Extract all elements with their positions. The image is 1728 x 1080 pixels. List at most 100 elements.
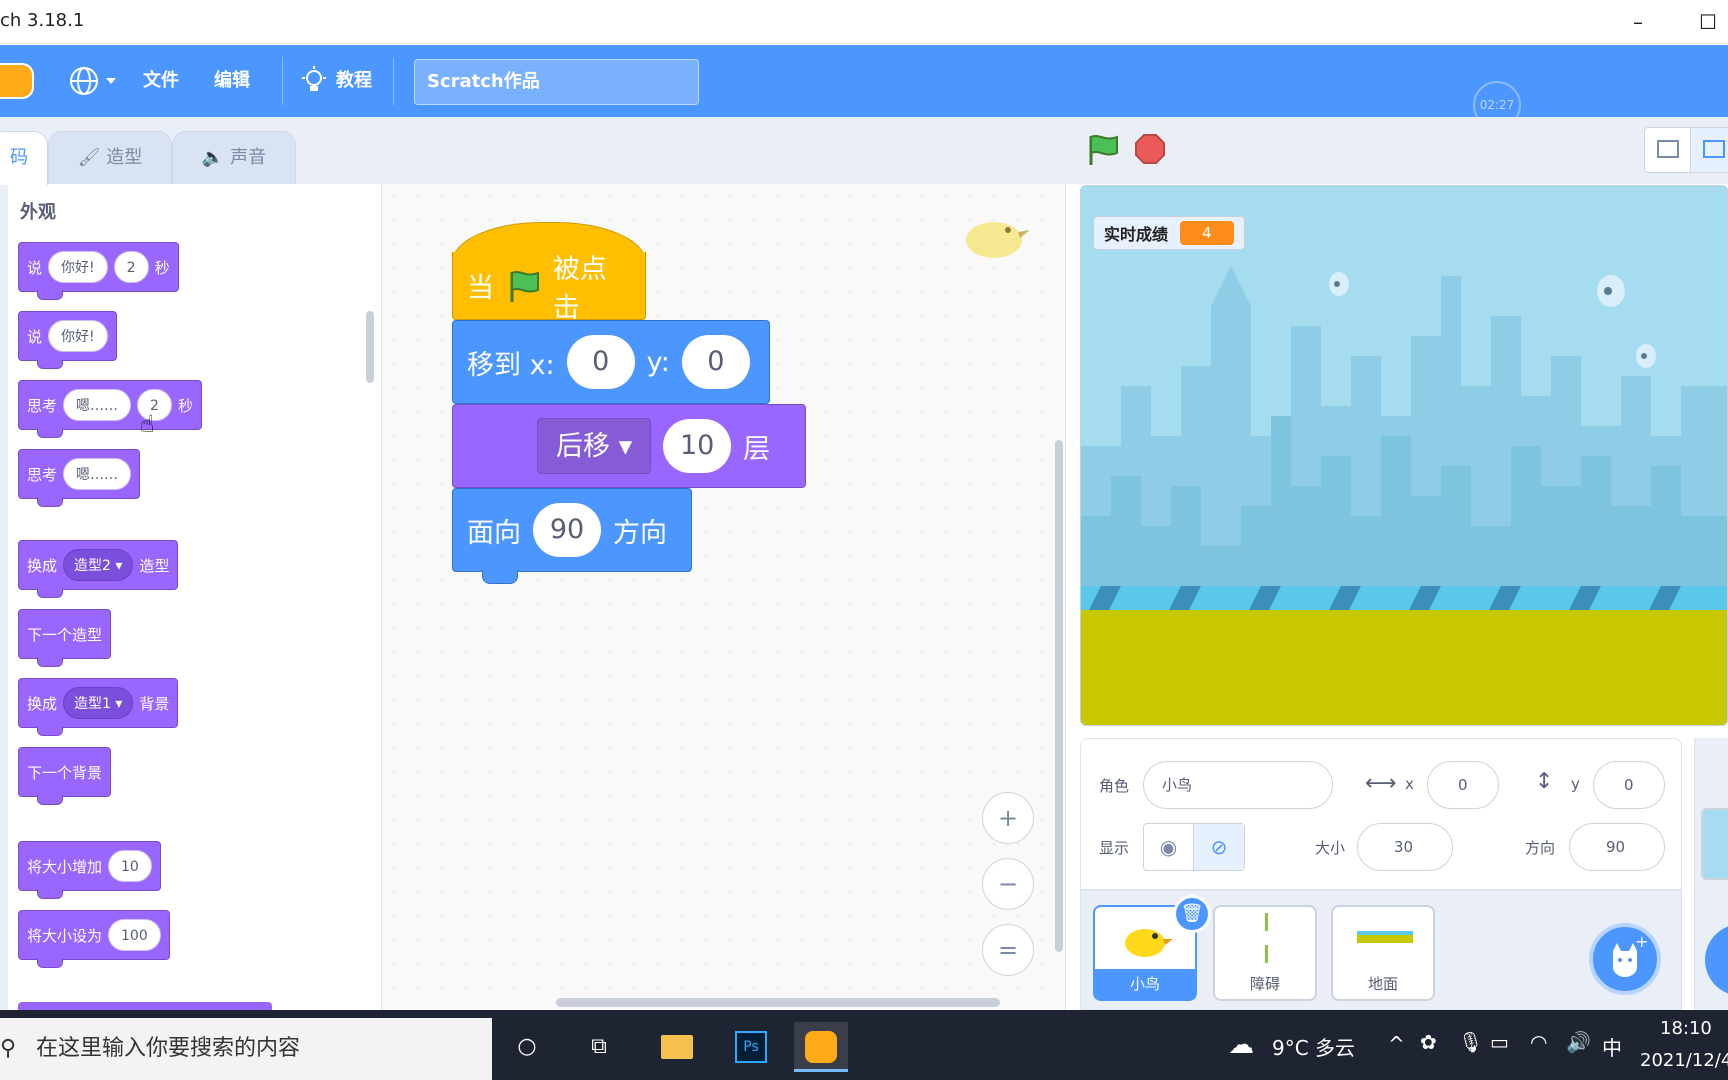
go-to-xy-block[interactable]: 移到 x: 0 y: 0 [452, 320, 770, 404]
clock-date[interactable]: 2021/12/4 [1640, 1050, 1728, 1071]
block-next-backdrop[interactable]: 下一个背景 [18, 747, 112, 805]
minimize-button[interactable]: – [1618, 8, 1658, 36]
layer-count-input[interactable]: 10 [663, 419, 732, 473]
y-input[interactable]: 0 [681, 335, 750, 389]
file-menu[interactable]: 文件 [143, 45, 179, 117]
block-notch [482, 570, 518, 584]
block-partial[interactable] [18, 1002, 272, 1010]
zoom-in-button[interactable]: + [982, 792, 1034, 844]
tutorials-menu[interactable]: 教程 [300, 45, 372, 117]
green-flag-icon[interactable] [1086, 133, 1120, 167]
script-area-hscroll[interactable] [556, 998, 1000, 1007]
block-input[interactable]: 100 [108, 919, 161, 951]
stage-canvas[interactable]: 实时成绩 4 [1080, 185, 1728, 726]
delete-sprite-button[interactable]: 🗑 [1173, 895, 1211, 933]
block-next-costume[interactable]: 下一个造型 [18, 609, 112, 667]
tutorials-label: 教程 [336, 70, 372, 91]
block-input[interactable]: 10 [108, 850, 152, 882]
tab-sounds[interactable]: 🔈 声音 [172, 131, 296, 185]
block-text: 说 [27, 258, 43, 277]
block-input[interactable]: 2 [113, 251, 149, 283]
volume-icon[interactable]: 🔊 [1566, 1030, 1591, 1054]
add-backdrop-button[interactable] [1705, 924, 1728, 996]
script-area[interactable]: 当 被点击 移到 x: 0 y: 0 后移 ▾ 10 层 面向 90 方向 + … [382, 184, 1066, 1010]
small-stage-button[interactable] [1645, 128, 1691, 172]
direction-input[interactable]: 90 [533, 503, 601, 557]
block-think-for-secs[interactable]: 思考 嗯…… 2 秒 [18, 380, 202, 438]
stop-icon[interactable] [1134, 133, 1166, 165]
block-set-size[interactable]: 将大小设为 100 [18, 910, 170, 968]
microphone-icon[interactable]: 🎙 [1458, 1030, 1483, 1054]
block-say[interactable]: 说 你好! [18, 311, 117, 369]
scratch-logo[interactable] [0, 63, 34, 99]
block-input[interactable]: 嗯…… [63, 458, 132, 490]
sprite-info-panel: 角色 小鸟 ⟷ x 0 ↕ y 0 显示 ◉ ⊘ 大小 30 方向 90 [1080, 738, 1682, 890]
block-input[interactable]: 嗯…… [63, 389, 132, 421]
block-think[interactable]: 思考 嗯…… [18, 449, 141, 507]
point-in-direction-block[interactable]: 面向 90 方向 [452, 488, 692, 572]
block-change-size[interactable]: 将大小增加 10 [18, 841, 161, 899]
stage-header [1066, 117, 1728, 184]
photoshop-app[interactable]: Ps [724, 1022, 778, 1072]
block-text: 说 [27, 327, 43, 346]
tray-flower-icon[interactable]: ✿ [1420, 1030, 1437, 1054]
sprite-tile-obstacle[interactable]: 障碍 [1213, 905, 1317, 1001]
block-text: 背景 [139, 694, 170, 713]
obstacle-sprite-icon [1265, 913, 1268, 963]
language-menu[interactable] [68, 63, 124, 99]
block-text: 方向 [613, 517, 667, 549]
block-text: 下一个背景 [27, 763, 103, 782]
block-input[interactable]: 你好! [48, 251, 108, 283]
taskbar-search-box[interactable]: ⚲ 在这里输入你要搜索的内容 [0, 1018, 492, 1080]
block-switch-costume[interactable]: 换成 造型2 ▾ 造型 [18, 540, 179, 598]
zoom-reset-button[interactable]: = [982, 924, 1034, 976]
hide-eye-icon[interactable]: ⊘ [1194, 824, 1244, 870]
task-view-icon: ⧉ [591, 1034, 607, 1059]
go-layers-block[interactable]: 后移 ▾ 10 层 [452, 404, 806, 488]
maximize-button[interactable]: ☐ [1688, 8, 1728, 36]
tray-expand-icon[interactable]: ^ [1388, 1032, 1405, 1056]
task-view-button[interactable]: ⧉ [572, 1022, 626, 1072]
backdrop-thumbnail[interactable] [1701, 808, 1728, 880]
clock-time[interactable]: 18:10 [1660, 1018, 1712, 1039]
layer-direction-dropdown[interactable]: 后移 ▾ [537, 418, 652, 474]
costume-dropdown[interactable]: 造型2 ▾ [63, 549, 134, 581]
block-text: 将大小设为 [27, 926, 103, 945]
when-flag-clicked-block[interactable]: 当 被点击 [452, 252, 646, 324]
palette-scrollbar[interactable] [366, 311, 374, 383]
x-input[interactable]: 0 [1427, 761, 1499, 809]
cortana-button[interactable]: ○ [500, 1022, 554, 1072]
block-text: 秒 [154, 258, 170, 277]
large-stage-button[interactable] [1691, 128, 1728, 172]
block-text: 被点击 [552, 253, 607, 324]
block-input[interactable]: 你好! [48, 320, 108, 352]
block-say-for-secs[interactable]: 说 你好! 2 秒 [18, 242, 179, 300]
stage-backdrop-panel [1694, 738, 1728, 1010]
script-area-vscroll[interactable] [1055, 440, 1063, 952]
file-explorer-app[interactable] [650, 1022, 704, 1072]
x-label: x [1405, 775, 1414, 793]
zoom-out-button[interactable]: − [982, 858, 1034, 910]
add-sprite-button[interactable]: + [1589, 923, 1661, 995]
x-input[interactable]: 0 [566, 335, 635, 389]
sprite-tile-ground[interactable]: 地面 [1331, 905, 1435, 1001]
sprite-name-input[interactable]: 小鸟 [1143, 761, 1333, 809]
scratch-app[interactable] [794, 1022, 848, 1072]
green-flag-icon [510, 270, 539, 302]
block-switch-backdrop[interactable]: 换成 造型1 ▾ 背景 [18, 678, 179, 736]
ime-indicator[interactable]: 中 [1602, 1032, 1622, 1061]
size-input[interactable]: 30 [1357, 823, 1453, 871]
tab-costumes[interactable]: 🖌 造型 [48, 131, 172, 185]
zoom-out-icon: − [997, 870, 1019, 898]
battery-icon[interactable]: ▭ [1490, 1030, 1509, 1054]
show-eye-icon[interactable]: ◉ [1144, 824, 1194, 870]
variable-monitor[interactable]: 实时成绩 4 [1093, 216, 1245, 250]
weather-text[interactable]: 9°C 多云 [1272, 1032, 1355, 1061]
backdrop-dropdown[interactable]: 造型1 ▾ [63, 687, 134, 719]
y-input[interactable]: 0 [1593, 761, 1665, 809]
tab-code[interactable]: 码 [0, 131, 48, 185]
wifi-icon[interactable]: ◠ [1530, 1030, 1547, 1054]
direction-input[interactable]: 90 [1569, 823, 1665, 871]
project-title-input[interactable]: Scratch作品 [414, 59, 699, 105]
edit-menu[interactable]: 编辑 [214, 45, 250, 117]
